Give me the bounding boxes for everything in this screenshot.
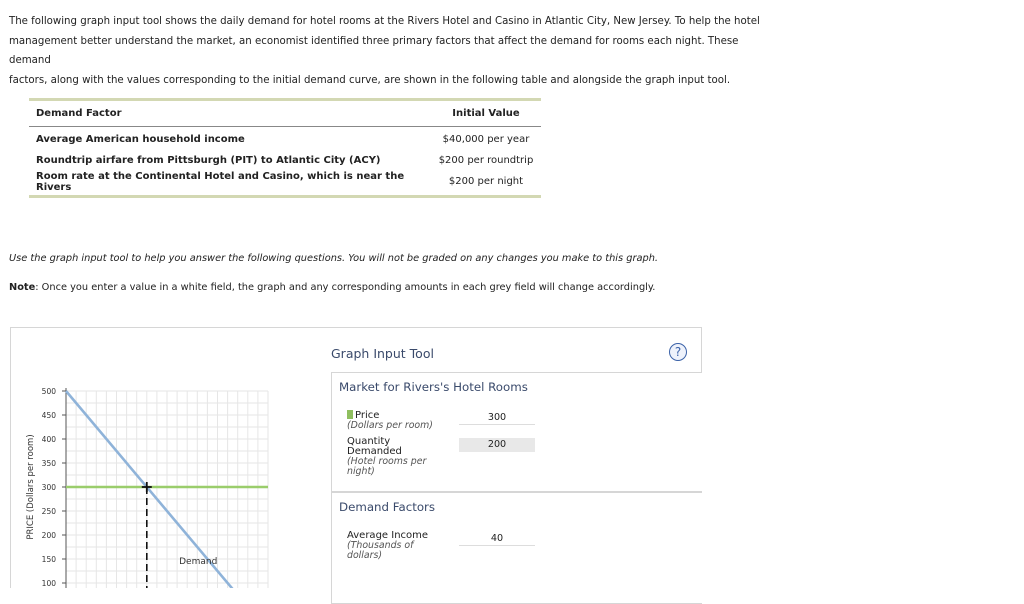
table-header: Demand Factor Initial Value <box>29 101 541 127</box>
note-text: Note: Once you enter a value in a white … <box>9 282 655 293</box>
intro-line-2: management better understand the market,… <box>9 35 739 67</box>
y-tick-label: 250 <box>42 507 57 516</box>
y-axis-label: PRICE (Dollars per room) <box>26 434 36 539</box>
intro-line-1: The following graph input tool shows the… <box>9 16 760 27</box>
note-label: Note <box>9 282 36 293</box>
y-tick-label: 200 <box>42 531 57 540</box>
factor-value: $200 per night <box>448 176 524 187</box>
income-unit-2: dollars) <box>347 550 383 561</box>
factor-name: Roundtrip airfare from Pittsburgh (PIT) … <box>36 155 381 166</box>
demand-factors-title: Demand Factors <box>339 500 436 514</box>
y-tick-label: 450 <box>42 411 57 420</box>
income-input[interactable]: 40 <box>459 532 535 546</box>
factor-name: Room rate at the Continental Hotel and C… <box>36 170 405 193</box>
y-tick-label: 300 <box>42 483 57 492</box>
table-row: Roundtrip airfare from Pittsburgh (PIT) … <box>29 150 541 171</box>
y-tick-label: 400 <box>42 435 57 444</box>
help-icon[interactable]: ? <box>669 343 687 361</box>
quantity-demanded-value: 200 <box>459 438 535 452</box>
demand-chart[interactable]: 500 450 400 350 300 250 200 150 100 PRICE (Dollar… <box>11 328 311 588</box>
price-swatch-icon <box>347 410 353 419</box>
demand-factor-table: Demand Factor Initial Value Average Amer… <box>29 98 541 198</box>
table-row: Average American household income $40,00… <box>29 129 541 150</box>
factor-name: Average American household income <box>36 134 245 145</box>
graph-input-tool: 500 450 400 350 300 250 200 150 100 PRICE (Dollar… <box>10 327 702 604</box>
intro-text: The following graph input tool shows the… <box>9 12 769 90</box>
y-tick-label: 100 <box>42 579 57 588</box>
header-initial-value: Initial Value <box>452 108 520 119</box>
price-input[interactable]: 300 <box>459 411 535 425</box>
y-tick-label: 500 <box>42 387 57 396</box>
quantity-label: Quantity Demanded (Hotel rooms per night… <box>347 437 426 477</box>
price-label: Price (Dollars per room) <box>347 410 433 431</box>
quantity-unit-2: night) <box>347 466 375 477</box>
market-panel-title: Market for Rivers's Hotel Rooms <box>339 380 528 394</box>
note-body: : Once you enter a value in a white fiel… <box>35 282 656 293</box>
demand-factors-panel: Demand Factors Average Income (Thousands… <box>331 492 702 604</box>
tool-title: Graph Input Tool <box>331 346 434 361</box>
table-row: Room rate at the Continental Hotel and C… <box>29 170 541 193</box>
y-tick-label: 150 <box>42 555 57 564</box>
demand-curve-label: Demand <box>179 557 217 567</box>
factor-value: $40,000 per year <box>442 134 530 145</box>
header-demand-factor: Demand Factor <box>36 108 122 119</box>
y-tick-label: 350 <box>42 459 57 468</box>
factor-value: $200 per roundtrip <box>438 155 534 166</box>
intro-line-3: factors, along with the values correspon… <box>9 74 731 86</box>
price-unit: (Dollars per room) <box>347 420 433 431</box>
market-panel: Market for Rivers's Hotel Rooms Price (D… <box>331 372 702 492</box>
use-tool-note: Use the graph input tool to help you ans… <box>9 253 659 264</box>
income-label: Average Income (Thousands of dollars) <box>347 531 428 561</box>
